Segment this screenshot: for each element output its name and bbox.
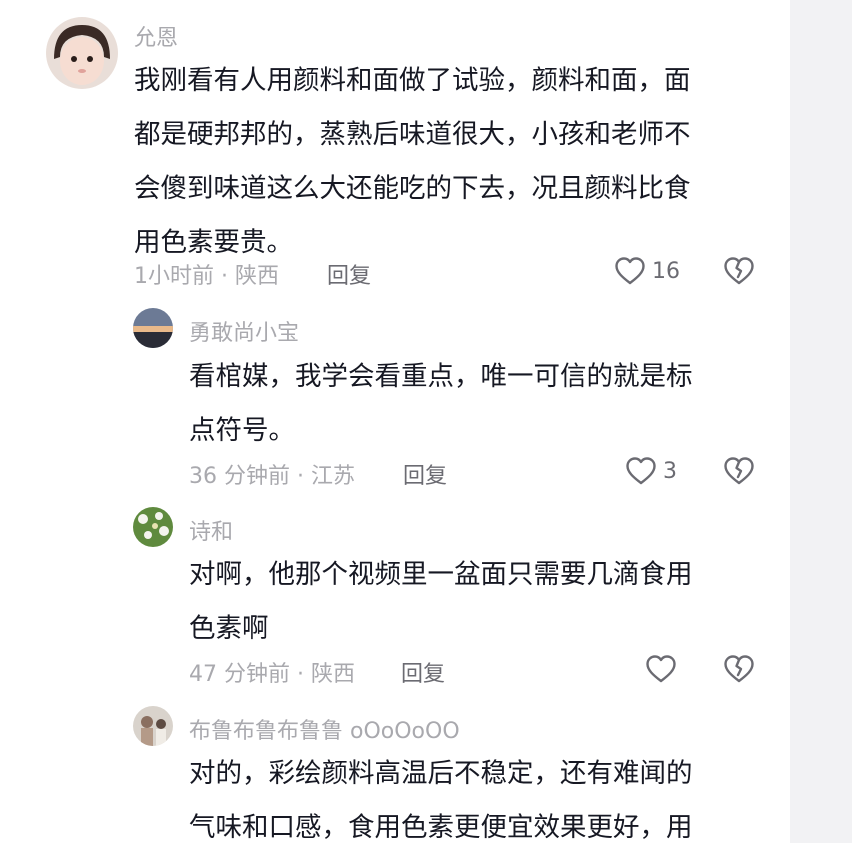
like-button[interactable]: [645, 654, 683, 684]
comment-username[interactable]: 布鲁布鲁布鲁鲁 oOoOoOO: [189, 713, 460, 745]
comment-panel: 允恩 我刚看有人用颜料和面做了试验，颜料和面，面 都是硬邦邦的，蒸熟后味道很大，…: [0, 0, 790, 843]
comment-text: 我刚看有人用颜料和面做了试验，颜料和面，面 都是硬邦邦的，蒸熟后味道很大，小孩和…: [134, 65, 691, 258]
like-button[interactable]: 16: [614, 256, 680, 286]
comment-meta: 1小时前 · 陕西: [134, 264, 279, 289]
comment-username[interactable]: 勇敢尚小宝: [189, 315, 299, 347]
comment-text: 看棺媒，我学会看重点，唯一可信的就是标 点符号。: [189, 361, 693, 446]
comment-username[interactable]: 允恩: [134, 20, 178, 52]
like-count: 3: [663, 458, 677, 484]
avatar[interactable]: [133, 308, 173, 348]
dislike-button[interactable]: [723, 654, 755, 684]
comment-meta: 36 分钟前 · 江苏: [189, 464, 355, 489]
comment-username[interactable]: 诗和: [189, 514, 233, 546]
comment-text: 对啊，他那个视频里一盆面只需要几滴食用 色素啊: [189, 559, 693, 644]
heart-icon: [625, 456, 657, 486]
dislike-button[interactable]: [723, 456, 755, 486]
reply-button[interactable]: 回复: [327, 258, 371, 290]
dislike-button[interactable]: [723, 256, 755, 286]
like-count: 16: [652, 258, 680, 284]
avatar[interactable]: [133, 507, 173, 547]
broken-heart-icon: [723, 654, 755, 684]
broken-heart-icon: [723, 456, 755, 486]
comment-text: 对的，彩绘颜料高温后不稳定，还有难闻的 气味和口感，食用色素更便宜效果更好，用: [189, 758, 693, 843]
reply-button[interactable]: 回复: [401, 656, 445, 688]
heart-icon: [614, 256, 646, 286]
reply-button[interactable]: 回复: [403, 458, 447, 490]
heart-icon: [645, 654, 677, 684]
like-button[interactable]: 3: [625, 456, 677, 486]
avatar[interactable]: [46, 17, 118, 89]
comment-meta: 47 分钟前 · 陕西: [189, 662, 355, 687]
broken-heart-icon: [723, 256, 755, 286]
avatar[interactable]: [133, 706, 173, 746]
